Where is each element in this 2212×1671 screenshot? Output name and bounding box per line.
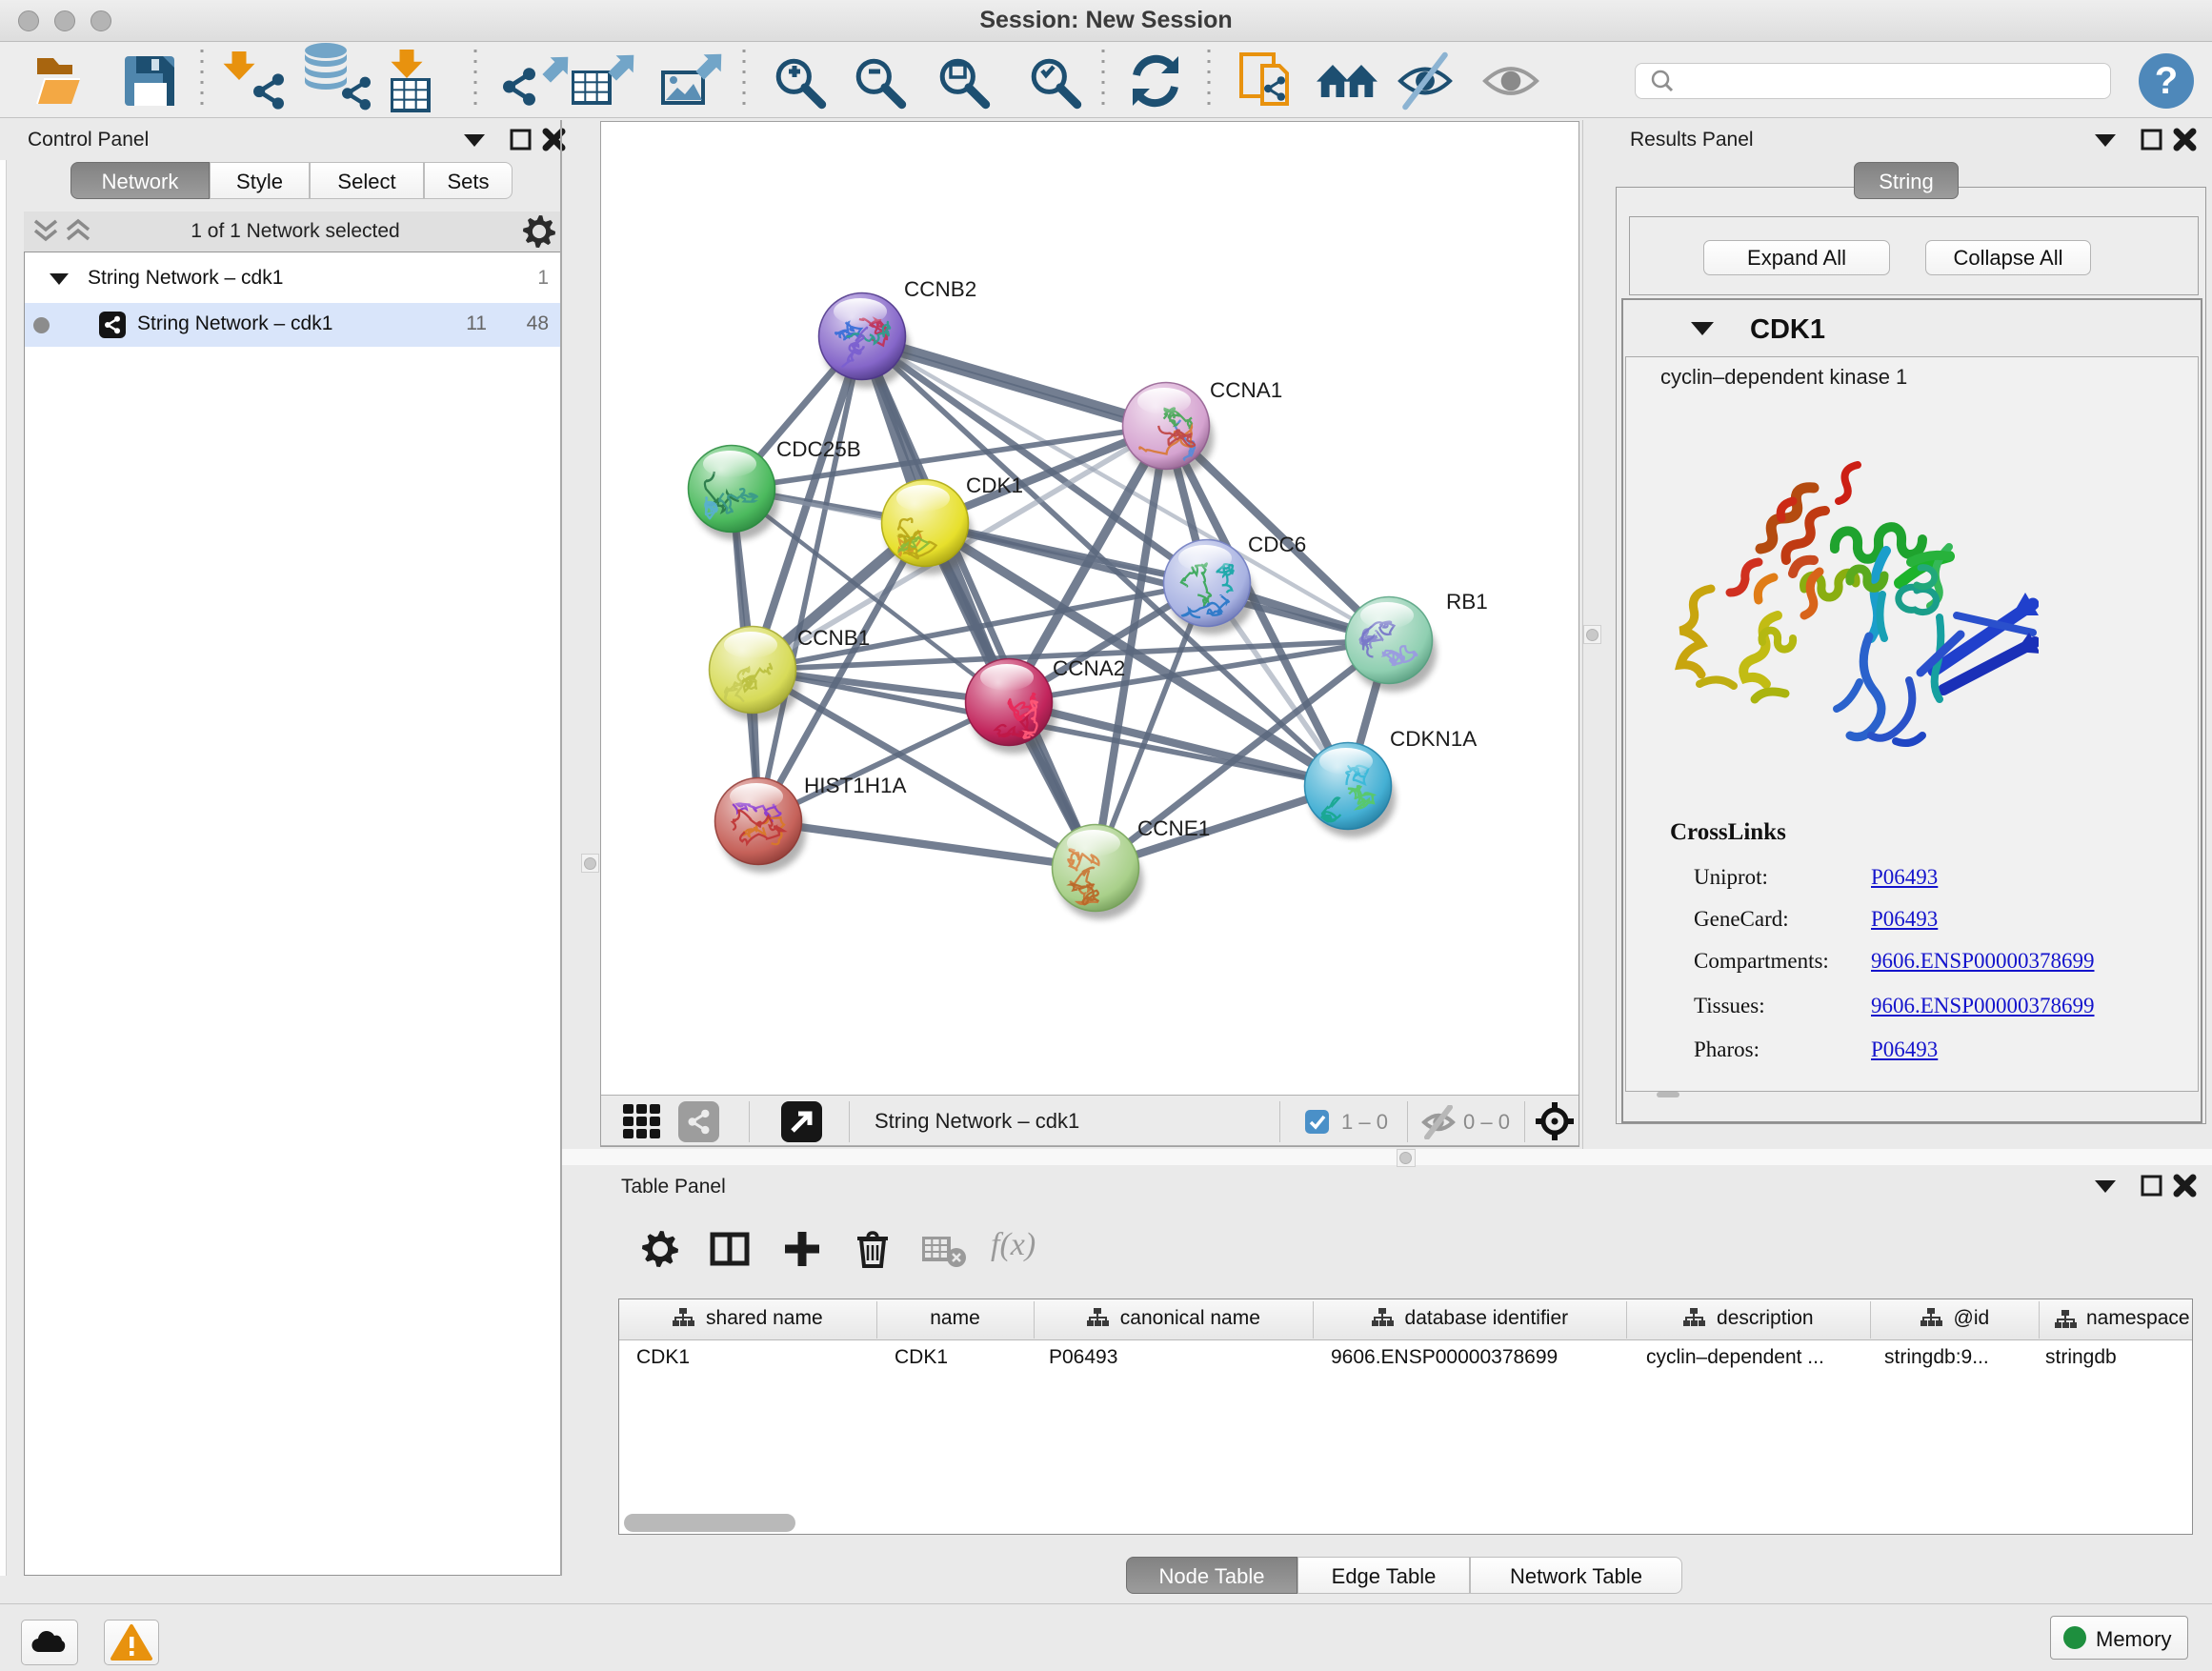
svg-text:CCNA1: CCNA1 [1210, 378, 1282, 402]
svg-text:CCNA2: CCNA2 [1053, 656, 1125, 680]
svg-text:RB1: RB1 [1446, 590, 1488, 614]
svg-text:?: ? [2155, 60, 2178, 102]
svg-text:CCNB2: CCNB2 [904, 277, 976, 301]
svg-text:CCNE1: CCNE1 [1137, 816, 1210, 840]
svg-text:CDC6: CDC6 [1248, 533, 1306, 556]
svg-text:CDC25B: CDC25B [776, 437, 861, 461]
svg-text:CDKN1A: CDKN1A [1390, 727, 1477, 751]
svg-text:HIST1H1A: HIST1H1A [804, 774, 907, 797]
svg-text:CDK1: CDK1 [966, 473, 1023, 497]
svg-text:CCNB1: CCNB1 [797, 626, 870, 650]
